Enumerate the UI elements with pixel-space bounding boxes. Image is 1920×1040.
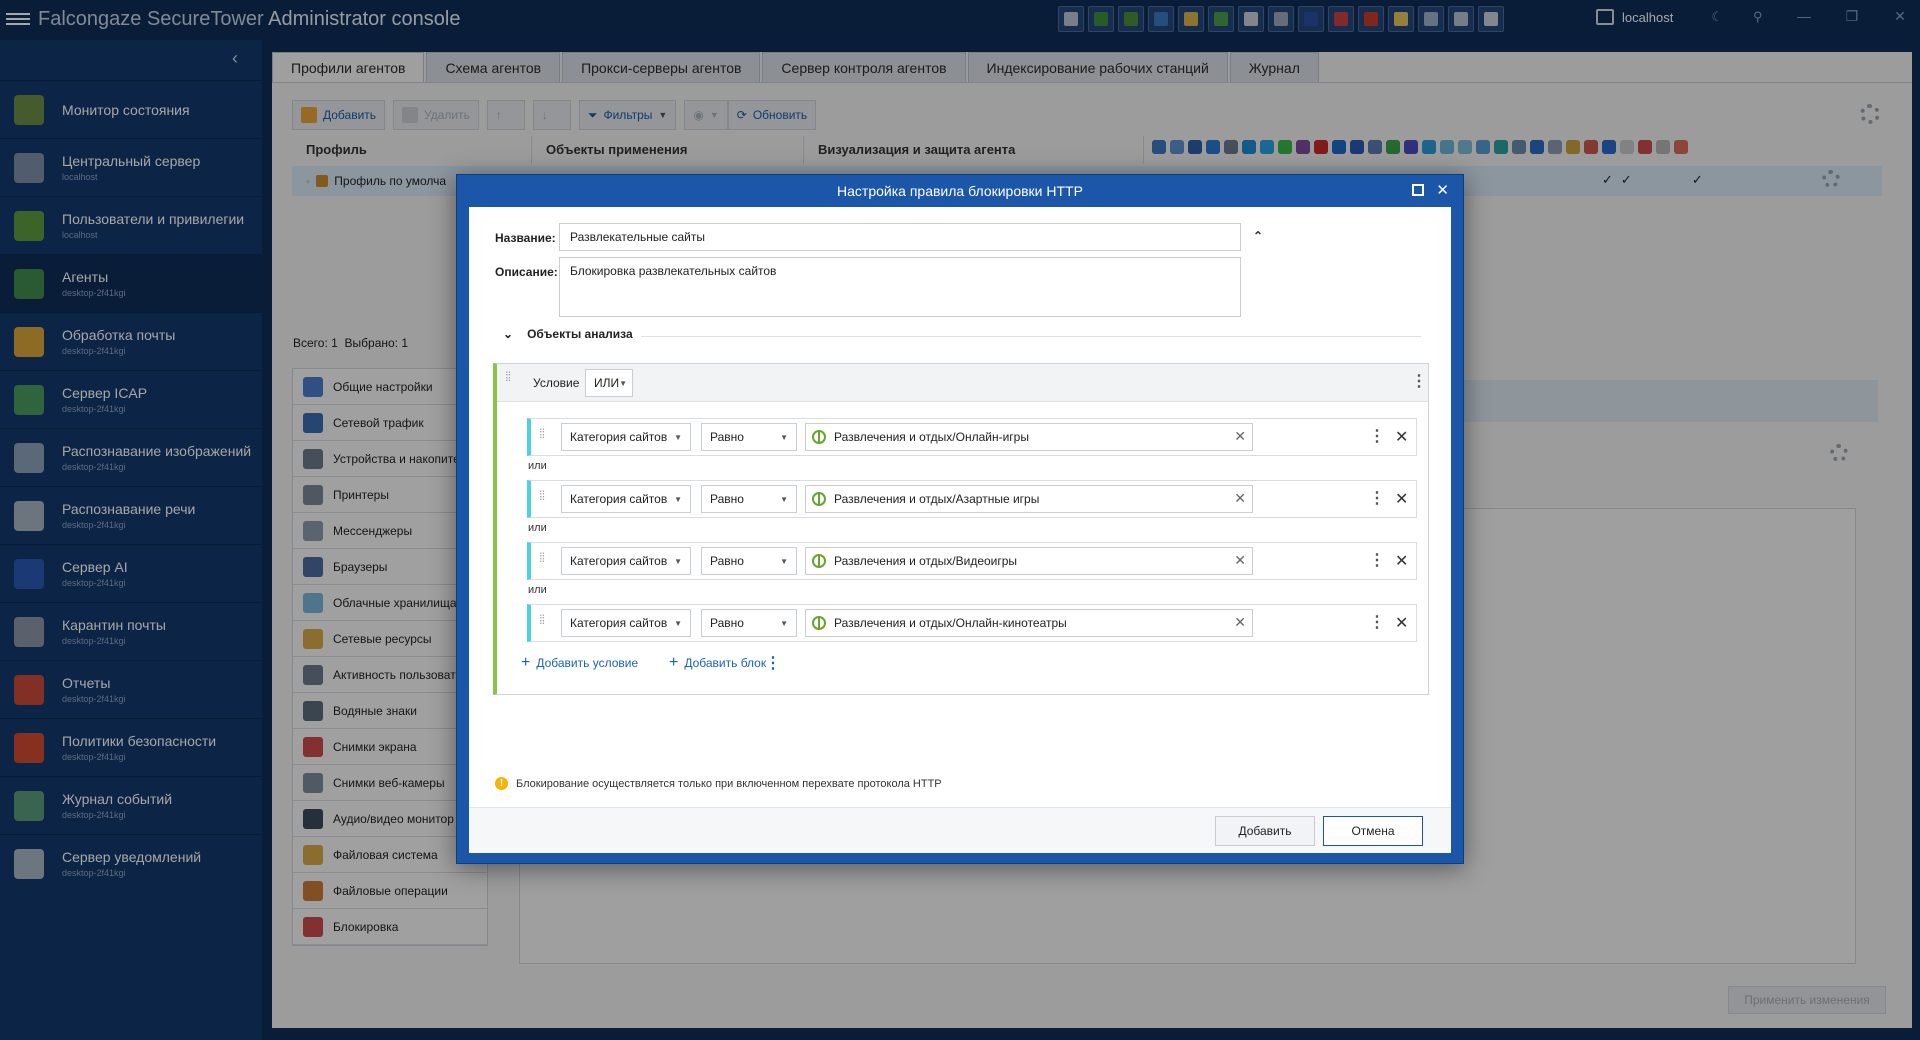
condition-label: Условие: [533, 376, 580, 390]
condition-value: Развлечения и отдых/Видеоигры: [834, 554, 1018, 568]
field-value: Категория сайтов: [570, 554, 668, 568]
condition-row: ⁞⁞ Категория сайтов ▼ Равно ▼ Развлечения и о…: [527, 604, 1417, 642]
condition-value: Развлечения и отдых/Онлайн-игры: [834, 430, 1029, 444]
condition-value: Развлечения и отдых/Онлайн-кинотеатры: [834, 616, 1067, 630]
field-value: Категория сайтов: [570, 430, 668, 444]
caret-down-icon: ▼: [674, 618, 682, 628]
operator-value: Равно: [710, 430, 744, 444]
operator-value: Равно: [710, 554, 744, 568]
plus-icon: +: [669, 654, 679, 671]
caret-down-icon: ▼: [780, 556, 788, 566]
http-block-rule-dialog: Настройка правила блокировки HTTP ✕ Назв…: [456, 174, 1464, 864]
dialog-controls: ✕: [1412, 181, 1449, 199]
condition-row: ⁞⁞ Категория сайтов ▼ Равно ▼ Развлечения и о…: [527, 480, 1417, 518]
clear-icon[interactable]: ✕: [1234, 552, 1246, 569]
globe-icon: [812, 616, 826, 630]
caret-down-icon: ▼: [780, 494, 788, 504]
clear-icon[interactable]: ✕: [1234, 614, 1246, 631]
name-input[interactable]: Развлекательные сайты: [559, 223, 1241, 251]
operator-value: Равно: [710, 616, 744, 630]
add-block-button[interactable]: + Добавить блок: [669, 654, 766, 672]
caret-down-icon: ▼: [780, 618, 788, 628]
condition-value-input[interactable]: Развлечения и отдых/Азартные игры ✕: [805, 485, 1253, 513]
condition-value-input[interactable]: Развлечения и отдых/Видеоигры ✕: [805, 547, 1253, 575]
condition-block: ⁞⁞ Условие ИЛИ ▼ ⋮ ⁞⁞ Категория сайтов ▼ Рав…: [493, 363, 1429, 695]
globe-icon: [812, 492, 826, 506]
more-actions-icon[interactable]: ⋮: [765, 656, 781, 672]
condition-menu-icon[interactable]: ⋮: [1369, 615, 1385, 631]
block-menu-icon[interactable]: ⋮: [1411, 374, 1427, 390]
globe-icon: [812, 554, 826, 568]
maximize-icon[interactable]: [1412, 184, 1425, 196]
caret-down-icon: ▼: [674, 432, 682, 442]
condition-field-select[interactable]: Категория сайтов ▼: [561, 423, 691, 451]
condition-value-input[interactable]: Развлечения и отдых/Онлайн-игры ✕: [805, 423, 1253, 451]
condition-operator-select[interactable]: Равно ▼: [701, 485, 797, 513]
globe-icon: [812, 430, 826, 444]
analysis-objects-header[interactable]: ⌄ Объекты анализа: [503, 327, 633, 341]
condition-value-input[interactable]: Развлечения и отдых/Онлайн-кинотеатры ✕: [805, 609, 1253, 637]
condition-menu-icon[interactable]: ⋮: [1369, 491, 1385, 507]
block-header: ⁞⁞ Условие ИЛИ ▼ ⋮: [497, 364, 1428, 402]
remove-condition-icon[interactable]: ✕: [1395, 613, 1408, 633]
chevron-down-icon: ⌄: [503, 327, 514, 341]
description-label: Описание:: [495, 265, 558, 279]
add-condition-label: Добавить условие: [536, 656, 639, 670]
section-title: Объекты анализа: [527, 327, 633, 341]
drag-handle-icon[interactable]: ⁞⁞: [539, 489, 545, 502]
condition-menu-icon[interactable]: ⋮: [1369, 553, 1385, 569]
or-separator: или: [528, 522, 547, 534]
condition-value: Развлечения и отдых/Азартные игры: [834, 492, 1040, 506]
condition-field-select[interactable]: Категория сайтов ▼: [561, 547, 691, 575]
warning-icon: !: [495, 777, 508, 790]
condition-operator-select[interactable]: ИЛИ ▼: [585, 369, 633, 397]
condition-field-select[interactable]: Категория сайтов ▼: [561, 609, 691, 637]
caret-down-icon: ▼: [674, 494, 682, 504]
condition-field-select[interactable]: Категория сайтов ▼: [561, 485, 691, 513]
condition-menu-icon[interactable]: ⋮: [1369, 429, 1385, 445]
add-button[interactable]: Добавить: [1215, 816, 1315, 846]
condition-operator-select[interactable]: Равно ▼: [701, 547, 797, 575]
drag-handle-icon[interactable]: ⁞⁞: [505, 370, 511, 383]
close-icon[interactable]: ✕: [1436, 181, 1449, 199]
http-warning: ! Блокирование осуществляется только при…: [495, 777, 942, 790]
clear-icon[interactable]: ✕: [1234, 428, 1246, 445]
field-value: Категория сайтов: [570, 616, 668, 630]
chevron-up-icon[interactable]: ⌃: [1253, 229, 1263, 243]
remove-condition-icon[interactable]: ✕: [1395, 489, 1408, 509]
condition-row: ⁞⁞ Категория сайтов ▼ Равно ▼ Развлечения и о…: [527, 418, 1417, 456]
condition-operator-select[interactable]: Равно ▼: [701, 609, 797, 637]
condition-operator-select[interactable]: Равно ▼: [701, 423, 797, 451]
warning-text: Блокирование осуществляется только при в…: [516, 777, 942, 790]
field-value: Категория сайтов: [570, 492, 668, 506]
description-textarea[interactable]: Блокировка развлекательных сайтов: [559, 257, 1241, 317]
or-separator: или: [528, 584, 547, 596]
caret-down-icon: ▼: [674, 556, 682, 566]
clear-icon[interactable]: ✕: [1234, 490, 1246, 507]
drag-handle-icon[interactable]: ⁞⁞: [539, 427, 545, 440]
cancel-button[interactable]: Отмена: [1323, 816, 1423, 846]
drag-handle-icon[interactable]: ⁞⁞: [539, 613, 545, 626]
operator-value: Равно: [710, 492, 744, 506]
condition-operator-value: ИЛИ: [594, 376, 620, 390]
section-divider: [641, 336, 1421, 337]
add-block-label: Добавить блок: [684, 656, 767, 670]
dialog-body: Название: Развлекательные сайты ⌃ Описан…: [469, 207, 1451, 853]
or-separator: или: [528, 460, 547, 472]
caret-down-icon: ▼: [780, 432, 788, 442]
condition-row: ⁞⁞ Категория сайтов ▼ Равно ▼ Развлечения и о…: [527, 542, 1417, 580]
name-label: Название:: [495, 231, 556, 245]
dialog-footer: Добавить Отмена: [469, 807, 1451, 853]
plus-icon: +: [521, 654, 531, 671]
remove-condition-icon[interactable]: ✕: [1395, 427, 1408, 447]
dialog-title: Настройка правила блокировки HTTP: [837, 183, 1083, 199]
caret-down-icon: ▼: [619, 378, 628, 388]
remove-condition-icon[interactable]: ✕: [1395, 551, 1408, 571]
drag-handle-icon[interactable]: ⁞⁞: [539, 551, 545, 564]
add-condition-button[interactable]: + Добавить условие: [521, 654, 638, 672]
